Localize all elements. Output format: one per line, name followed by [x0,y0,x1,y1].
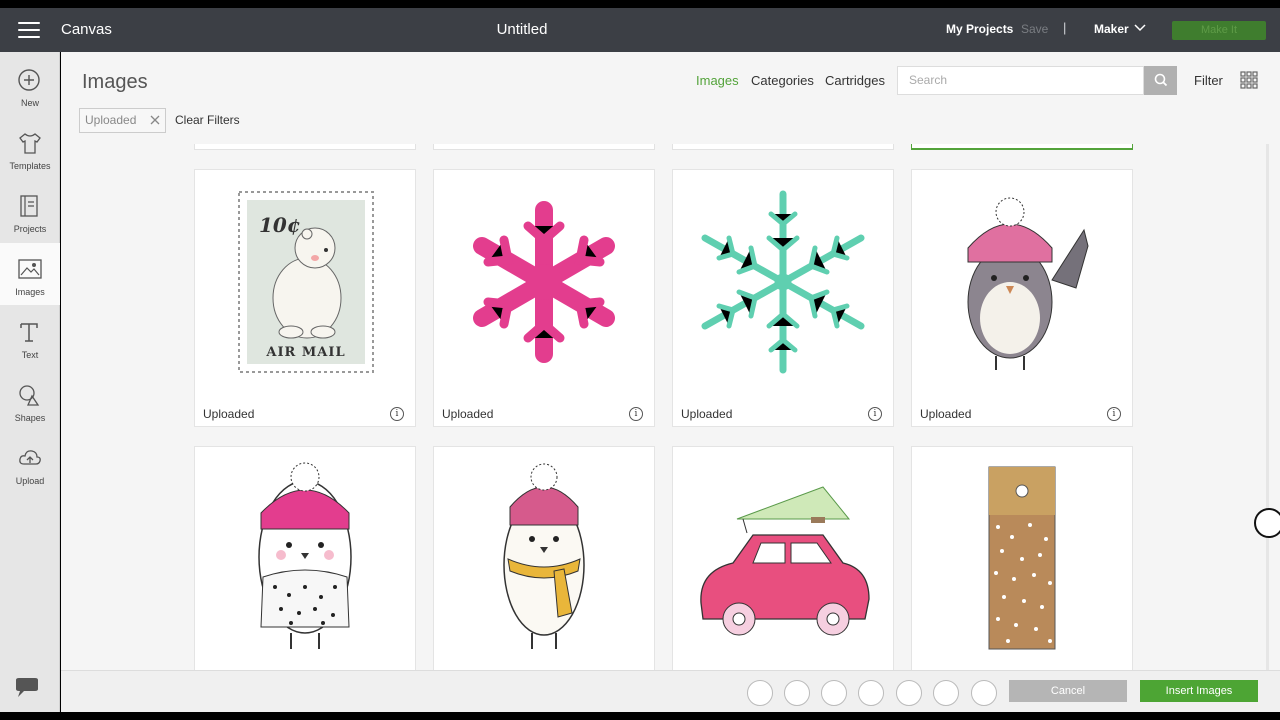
shapes-icon [19,385,40,406]
sidebar-item-upload[interactable]: Upload [0,432,60,494]
chat-icon[interactable] [14,676,40,700]
sidebar-item-label: Text [21,350,39,360]
shirt-icon [19,133,41,154]
card-caption: Uploaded [681,407,733,421]
image-card[interactable]: 10¢ AIR MAIL Uploaded i [194,169,416,427]
sidebar-item-projects[interactable]: Projects [0,180,60,242]
stamp-value: 10¢ [259,213,301,237]
tab-categories[interactable]: Categories [751,73,814,88]
grid-view-icon[interactable] [1240,71,1258,89]
polar-bear-stamp-image: 10¢ AIR MAIL [238,191,374,373]
bird-in-pink-hat-image [967,197,1089,370]
insert-images-button[interactable]: Insert Images [1140,680,1258,702]
image-card[interactable]: Uploaded i [672,169,894,427]
scrollbar-track[interactable] [1266,144,1269,670]
card-caption: Uploaded [442,407,494,421]
my-projects-link[interactable]: My Projects [946,22,1013,36]
plus-circle-icon [18,69,40,91]
partial-card[interactable] [433,144,655,150]
search-input[interactable]: Search [897,66,1144,95]
image-card[interactable]: Uploaded i [911,169,1133,427]
glitter-tag-image [988,466,1056,650]
image-grid: 10¢ AIR MAIL Uploaded i Uploaded i Uploa… [61,144,1280,670]
info-icon[interactable]: i [868,407,882,421]
filter-button[interactable]: Filter [1194,73,1223,88]
sidebar-item-label: Shapes [14,413,46,423]
search-icon [1154,73,1168,87]
make-it-button[interactable]: Make It [1172,21,1266,40]
tab-images[interactable]: Images [696,73,739,88]
selected-thumbnail[interactable] [784,680,810,706]
selected-thumbnail[interactable] [933,680,959,706]
sidebar-item-images[interactable]: Images [0,243,60,305]
info-icon[interactable]: i [629,407,643,421]
image-card[interactable] [672,446,894,670]
sidebar-item-shapes[interactable]: Shapes [0,369,60,431]
image-card[interactable] [911,446,1133,670]
stamp-text: AIR MAIL [265,345,345,360]
sidebar-item-label: New [20,98,39,108]
cloud-upload-icon [19,450,41,465]
image-card[interactable]: Uploaded i [433,169,655,427]
pink-snowflake-image [467,195,621,369]
info-icon[interactable]: i [1107,407,1121,421]
selected-thumbnail[interactable] [747,680,773,706]
pink-car-with-tree-image [700,486,870,636]
filter-chip-label: Uploaded [85,113,137,127]
footer-bar: Cancel Insert Images [61,670,1280,712]
search-button[interactable] [1144,66,1177,95]
separator: | [1063,20,1067,35]
sidebar-item-templates[interactable]: Templates [0,117,60,179]
image-icon [18,259,42,279]
selected-thumbnail[interactable] [896,680,922,706]
sidebar-item-new[interactable]: New [0,54,60,116]
partial-card[interactable] [194,144,416,150]
chevron-down-icon[interactable] [1133,22,1147,32]
partial-card-selected[interactable] [911,144,1133,150]
text-icon [20,323,38,342]
left-sidebar: New Templates Projects Images Text Shape… [0,52,60,712]
save-button[interactable]: Save [1021,22,1048,36]
selected-thumbnail[interactable] [858,680,884,706]
sidebar-item-label: Projects [13,224,47,234]
bird-with-scarf-image [503,463,585,649]
clear-filters-button[interactable]: Clear Filters [175,113,240,127]
card-caption: Uploaded [203,407,255,421]
bird-in-sweater-image [258,462,352,649]
cancel-button[interactable]: Cancel [1009,680,1127,702]
sidebar-item-text[interactable]: Text [0,306,60,368]
images-panel: Images Images Categories Cartridges Sear… [61,52,1280,712]
selected-thumbnail[interactable] [971,680,997,706]
sidebar-item-label: Upload [15,476,45,486]
info-icon[interactable]: i [390,407,404,421]
image-card[interactable] [433,446,655,670]
image-card[interactable] [194,446,416,670]
selected-thumbnail[interactable] [821,680,847,706]
book-icon [20,195,38,217]
machine-selector[interactable]: Maker [1094,22,1129,36]
partial-card[interactable] [672,144,894,150]
close-icon[interactable] [149,114,161,126]
page-title: Images [82,71,148,93]
sidebar-item-label: Images [15,287,45,297]
top-bar: Canvas Untitled My Projects Save | Maker… [0,8,1280,52]
sidebar-item-label: Templates [9,161,51,171]
card-caption: Uploaded [920,407,972,421]
tab-cartridges[interactable]: Cartridges [825,73,885,88]
cursor-indicator [1254,508,1280,538]
filter-chip-uploaded: Uploaded [79,108,166,133]
document-title[interactable]: Untitled [0,21,1044,38]
mint-snowflake-image [701,190,865,374]
